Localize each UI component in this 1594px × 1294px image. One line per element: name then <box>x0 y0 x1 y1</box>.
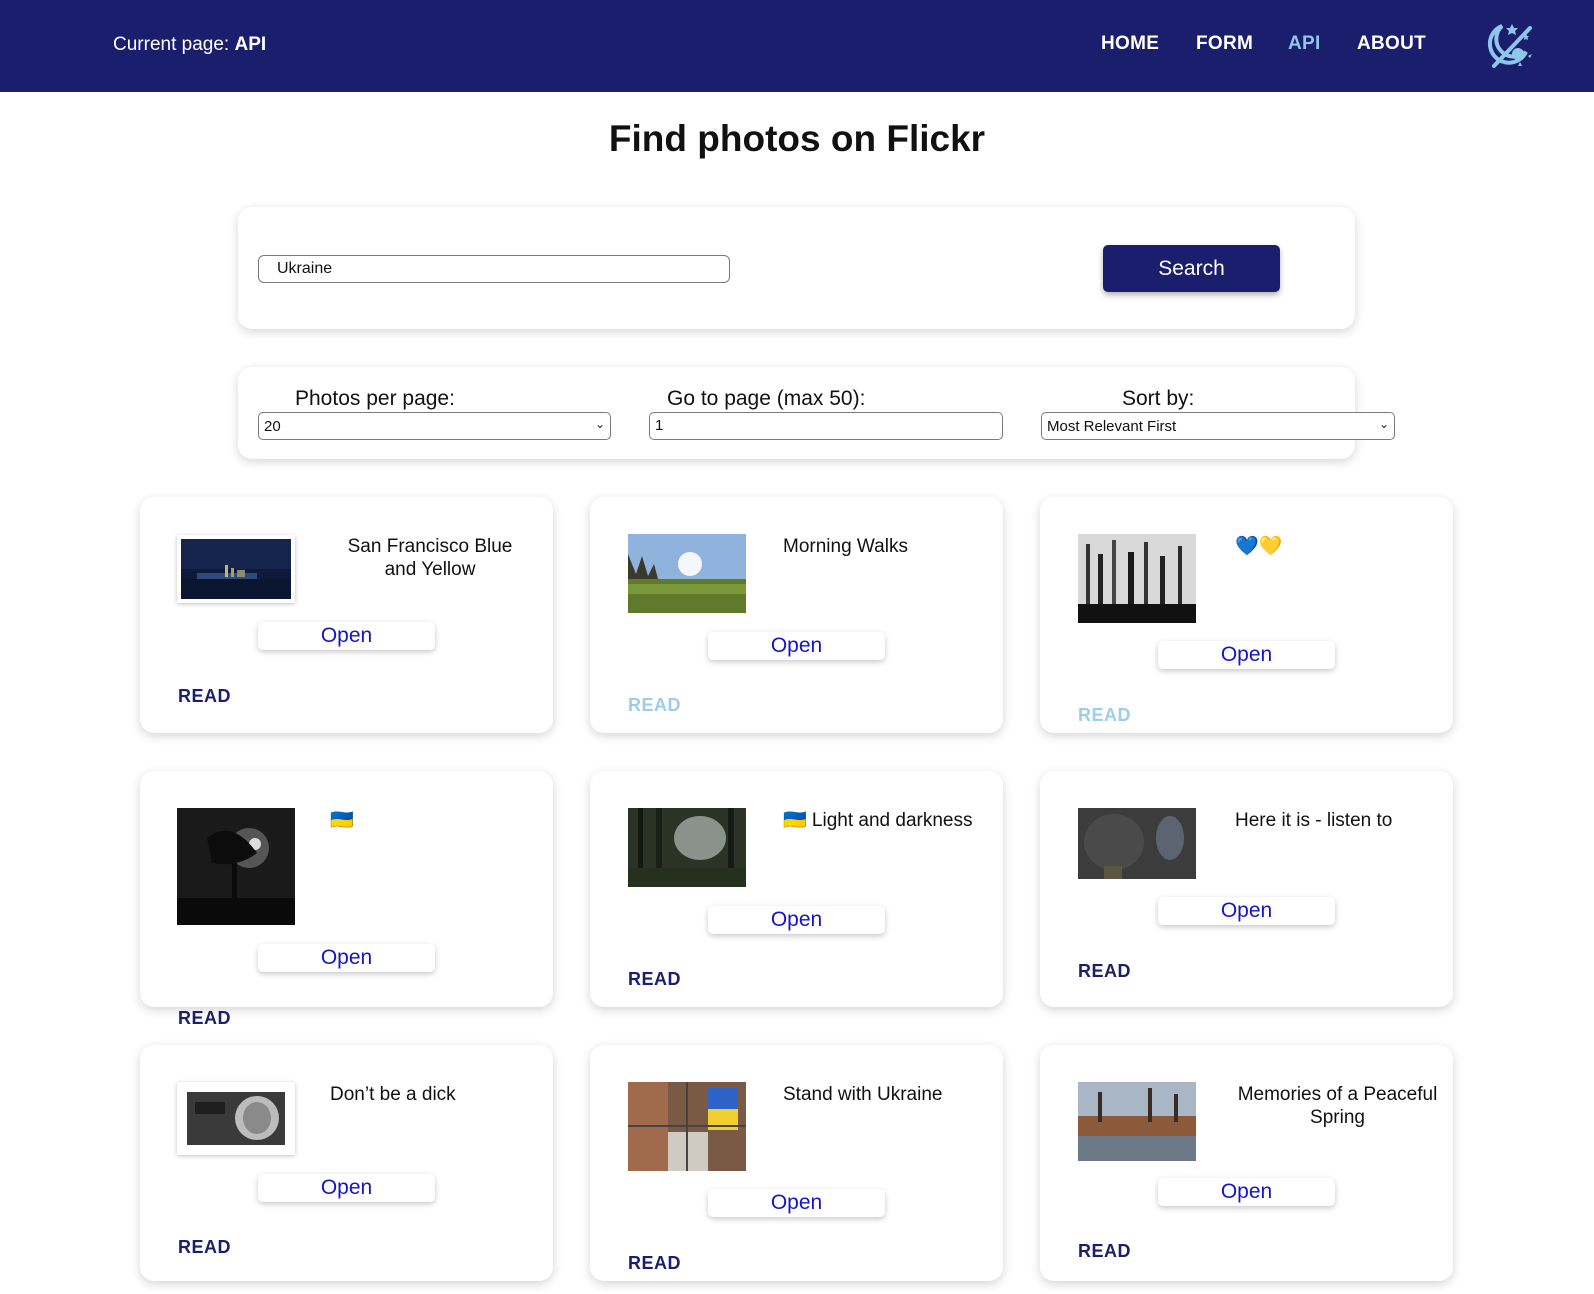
chevron-down-icon: ⌄ <box>1378 417 1389 431</box>
read-link[interactable]: READ <box>628 695 681 716</box>
read-link[interactable]: READ <box>1078 961 1131 982</box>
photo-title: 🇺🇦 Light and darkness <box>783 810 973 831</box>
photo-card: Morning Walks Open READ <box>590 497 1003 733</box>
per-page-select[interactable]: 20 ⌄ <box>258 412 611 440</box>
photo-card: 🇺🇦 Open READ <box>140 771 553 1028</box>
photo-thumbnail-image <box>628 1082 746 1171</box>
read-link[interactable]: READ <box>178 1237 231 1258</box>
photo-title: Morning Walks <box>783 536 908 557</box>
open-button[interactable]: Open <box>1158 641 1335 669</box>
open-button[interactable]: Open <box>708 632 885 660</box>
photo-title: Here it is - listen to <box>1235 810 1393 831</box>
sort-by-value: Most Relevant First <box>1047 418 1177 435</box>
read-link[interactable]: READ <box>628 1253 681 1274</box>
photo-card: Memories of a Peaceful Spring Open READ <box>1040 1045 1453 1281</box>
photo-card: 💙💛 Open READ <box>1040 497 1453 733</box>
photo-title: Stand with Ukraine <box>783 1084 943 1105</box>
photo-thumbnail-image <box>1078 1082 1196 1161</box>
nav-link-form[interactable]: FORM <box>1196 33 1253 55</box>
per-page-value: 20 <box>264 418 281 435</box>
nav-link-home[interactable]: HOME <box>1101 33 1159 55</box>
photo-thumbnail-image <box>628 808 746 887</box>
photo-thumbnail[interactable] <box>1078 808 1196 879</box>
photo-thumbnail-image <box>628 534 746 613</box>
sort-by-label: Sort by: <box>1122 387 1195 410</box>
search-panel: Search <box>238 207 1355 329</box>
photo-thumbnail[interactable] <box>177 535 295 603</box>
photo-title: Don’t be a dick <box>330 1084 456 1105</box>
search-button[interactable]: Search <box>1103 245 1280 292</box>
photo-thumbnail[interactable] <box>628 534 746 613</box>
photo-thumbnail[interactable] <box>177 808 295 925</box>
photo-thumbnail[interactable] <box>1078 534 1196 623</box>
photo-thumbnail[interactable] <box>177 1082 295 1155</box>
pagination-controls-panel: Photos per page: 20 ⌄ Go to page (max 50… <box>238 367 1395 459</box>
photo-title: Memories of a Peaceful Spring <box>1237 1084 1438 1128</box>
photo-card: Don’t be a dick Open READ <box>140 1045 553 1281</box>
goto-page-value: 1 <box>655 417 664 434</box>
read-link[interactable]: READ <box>1078 705 1131 726</box>
goto-page-input[interactable]: 1 <box>649 412 1003 440</box>
photo-title: San Francisco Blue and Yellow <box>347 536 513 580</box>
open-button[interactable]: Open <box>1158 897 1335 925</box>
goto-page-label: Go to page (max 50): <box>667 387 866 410</box>
open-button[interactable]: Open <box>258 1174 435 1202</box>
photo-thumbnail[interactable] <box>628 1082 746 1171</box>
current-page-indicator: Current page: API <box>113 34 266 56</box>
photo-thumbnail-image <box>1078 808 1196 879</box>
read-link[interactable]: READ <box>1078 1241 1131 1262</box>
photo-thumbnail-image <box>181 539 291 599</box>
open-button[interactable]: Open <box>708 1189 885 1217</box>
photo-card: Here it is - listen to Open READ <box>1040 771 1453 1007</box>
read-link[interactable]: READ <box>178 686 231 707</box>
current-page-value: API <box>234 34 267 55</box>
photo-card: 🇺🇦 Light and darkness Open READ <box>590 771 1003 1007</box>
open-button[interactable]: Open <box>258 622 435 650</box>
page-title: Find photos on Flickr <box>608 118 986 159</box>
read-link[interactable]: READ <box>178 1008 231 1029</box>
chevron-down-icon: ⌄ <box>594 417 605 431</box>
search-input[interactable] <box>258 255 730 283</box>
photo-card: Stand with Ukraine Open READ <box>590 1045 1003 1281</box>
current-page-label: Current page: <box>113 34 230 55</box>
photo-thumbnail[interactable] <box>628 808 746 887</box>
open-button[interactable]: Open <box>708 906 885 934</box>
photo-thumbnail-image <box>187 1092 285 1145</box>
per-page-label: Photos per page: <box>295 387 455 410</box>
open-button[interactable]: Open <box>1158 1178 1335 1206</box>
moon-sun-toggle-icon[interactable] <box>1482 18 1538 74</box>
photo-card: San Francisco Blue and Yellow Open READ <box>140 497 553 733</box>
photo-thumbnail[interactable] <box>1078 1082 1196 1161</box>
nav-link-about[interactable]: ABOUT <box>1357 33 1426 55</box>
sort-by-select[interactable]: Most Relevant First ⌄ <box>1041 412 1395 440</box>
photo-thumbnail-image <box>177 808 295 925</box>
top-nav-bar: Current page: API HOME FORM API ABOUT <box>0 0 1594 92</box>
photo-title: 💙💛 <box>1235 536 1283 557</box>
photo-title: 🇺🇦 <box>330 810 354 831</box>
photo-thumbnail-image <box>1078 534 1196 623</box>
open-button[interactable]: Open <box>258 944 435 972</box>
nav-link-api[interactable]: API <box>1288 33 1321 55</box>
read-link[interactable]: READ <box>628 969 681 990</box>
